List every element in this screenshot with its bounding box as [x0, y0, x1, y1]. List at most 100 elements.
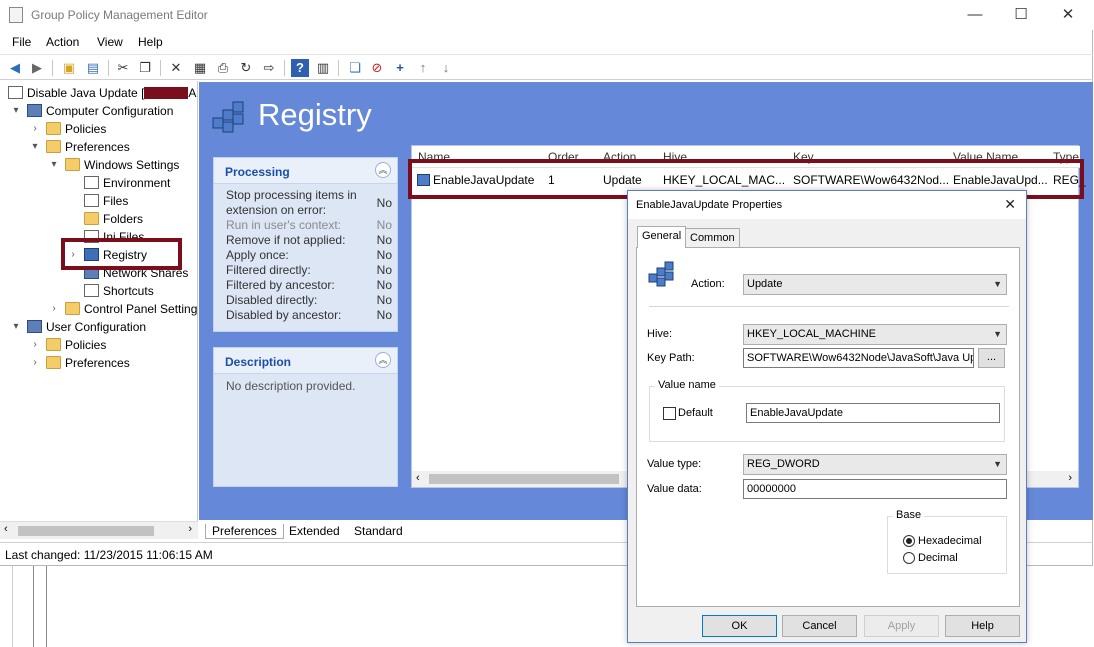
- tree-label: Preferences: [65, 140, 130, 154]
- value-type-dropdown[interactable]: REG_DWORD ▼: [743, 454, 1007, 475]
- tree-item-user-preferences[interactable]: › Preferences: [33, 354, 130, 372]
- expand-icon[interactable]: ›: [48, 300, 60, 318]
- move-up-icon[interactable]: ↑: [414, 59, 432, 77]
- expand-icon[interactable]: ›: [29, 120, 41, 138]
- tree-label: Control Panel Settings: [84, 302, 198, 316]
- new-item-icon[interactable]: ❏: [346, 59, 364, 77]
- tab-general[interactable]: General: [637, 226, 687, 248]
- tree-horizontal-scrollbar[interactable]: ‹ ›: [0, 521, 198, 539]
- chevron-down-icon: ▼: [993, 329, 1002, 339]
- export-icon[interactable]: ⇨: [260, 59, 278, 77]
- tree-item-files[interactable]: Files: [84, 192, 128, 210]
- value-name-input[interactable]: EnableJavaUpdate: [746, 403, 1000, 423]
- cut-icon[interactable]: ✂: [114, 59, 132, 77]
- toolbar: ◀ ▶ ▣ ▤ ✂ ❐ ✕ ▦ ⎙ ↻ ⇨ ? ▥ ❏ ⊘ + ↑ ↓: [0, 54, 1093, 80]
- folder-icon: [65, 158, 80, 171]
- tree-item-user-policies[interactable]: › Policies: [33, 336, 106, 354]
- key-path-input[interactable]: SOFTWARE\Wow6432Node\JavaSoft\Java Up: [743, 348, 974, 368]
- ok-button[interactable]: OK: [702, 615, 777, 637]
- expand-icon[interactable]: ›: [29, 354, 41, 372]
- tree-item-windows-settings[interactable]: ▾ Windows Settings: [51, 156, 180, 174]
- value-data-input[interactable]: 00000000: [743, 479, 1007, 499]
- action-dropdown[interactable]: Update ▼: [743, 274, 1007, 295]
- processing-value: No: [376, 218, 392, 232]
- base-group-label: Base: [893, 509, 925, 521]
- forward-icon[interactable]: ▶: [28, 59, 46, 77]
- refresh-icon[interactable]: ↻: [237, 59, 255, 77]
- properties-icon[interactable]: ▦: [191, 59, 209, 77]
- collapse-chevron-icon[interactable]: ︽: [375, 352, 391, 368]
- properties-dialog: EnableJavaUpdate Properties ✕ General Co…: [627, 190, 1027, 643]
- tree-root-suffix: AI: [188, 86, 197, 100]
- tab-standard[interactable]: Standard: [348, 524, 409, 538]
- value-data-label: Value data:: [647, 483, 702, 495]
- processing-label: Filtered directly:: [226, 263, 311, 277]
- show-hide-tree-icon[interactable]: ▤: [84, 59, 102, 77]
- scroll-right-icon[interactable]: ›: [1068, 472, 1072, 484]
- hive-value: HKEY_LOCAL_MACHINE: [747, 328, 876, 340]
- menu-help[interactable]: Help: [138, 35, 163, 49]
- dialog-close-icon[interactable]: ✕: [1004, 196, 1016, 213]
- collapse-icon[interactable]: ▾: [48, 156, 60, 174]
- processing-label: Filtered by ancestor:: [226, 278, 335, 292]
- processing-value: No: [376, 263, 392, 277]
- add-icon[interactable]: +: [391, 59, 409, 77]
- tree-item-shortcuts[interactable]: Shortcuts: [84, 282, 154, 300]
- tree-item-folders[interactable]: Folders: [84, 210, 143, 228]
- tree-label: Windows Settings: [84, 158, 180, 172]
- decimal-radio[interactable]: [903, 552, 915, 564]
- tree-item-preferences[interactable]: ▾ Preferences: [32, 138, 130, 156]
- delete-icon[interactable]: ✕: [167, 59, 185, 77]
- tree-item-control-panel-settings[interactable]: › Control Panel Settings: [52, 300, 198, 318]
- scroll-thumb[interactable]: [429, 474, 619, 484]
- copy-icon[interactable]: ❐: [136, 59, 154, 77]
- back-icon[interactable]: ◀: [6, 59, 24, 77]
- close-button[interactable]: ✕: [1045, 2, 1091, 28]
- processing-label: Remove if not applied:: [226, 233, 346, 247]
- scroll-thumb[interactable]: [18, 526, 154, 536]
- tree-root[interactable]: Disable Java Update [AI: [8, 84, 197, 102]
- tree-item-environment[interactable]: Environment: [84, 174, 170, 192]
- collapse-icon[interactable]: ▾: [10, 318, 22, 336]
- expand-icon[interactable]: ›: [29, 336, 41, 354]
- cancel-button[interactable]: Cancel: [782, 615, 857, 637]
- tab-preferences[interactable]: Preferences: [205, 524, 284, 539]
- stop-icon[interactable]: ⊘: [368, 59, 386, 77]
- tree-label: Environment: [103, 176, 171, 190]
- scroll-right-icon[interactable]: ›: [188, 523, 192, 535]
- up-folder-icon[interactable]: ▣: [60, 59, 78, 77]
- chevron-down-icon: ▼: [993, 279, 1002, 289]
- action-pane-icon[interactable]: ▥: [314, 59, 332, 77]
- apply-button[interactable]: Apply: [864, 615, 939, 637]
- move-down-icon[interactable]: ↓: [437, 59, 455, 77]
- menu-view[interactable]: View: [97, 35, 123, 49]
- general-tab-page: Action: Update ▼ Hive: HKEY_LOCAL_MACHINE…: [636, 247, 1020, 607]
- collapse-icon[interactable]: ▾: [29, 138, 41, 156]
- menu-file[interactable]: File: [12, 35, 31, 49]
- collapse-icon[interactable]: ▾: [10, 102, 22, 120]
- minimize-button[interactable]: —: [952, 2, 998, 28]
- scroll-left-icon[interactable]: ‹: [4, 523, 8, 535]
- folder-icon: [46, 356, 61, 369]
- menu-action[interactable]: Action: [46, 35, 79, 49]
- tree-item-computer-configuration[interactable]: ▾ Computer Configuration: [13, 102, 173, 120]
- browse-button[interactable]: ...: [978, 348, 1005, 368]
- tab-common[interactable]: Common: [685, 228, 740, 248]
- hexadecimal-radio[interactable]: [903, 535, 915, 547]
- help-icon[interactable]: ?: [291, 59, 309, 77]
- tree-item-user-configuration[interactable]: ▾ User Configuration: [13, 318, 146, 336]
- tab-extended[interactable]: Extended: [283, 524, 346, 538]
- default-checkbox[interactable]: [663, 407, 676, 420]
- processing-label: Disabled directly:: [226, 293, 318, 307]
- tree-item-policies[interactable]: › Policies: [33, 120, 106, 138]
- help-button[interactable]: Help: [945, 615, 1020, 637]
- key-path-label: Key Path:: [647, 352, 695, 364]
- hive-label: Hive:: [647, 328, 673, 340]
- maximize-button[interactable]: ☐: [998, 2, 1044, 28]
- collapse-chevron-icon[interactable]: ︽: [375, 162, 391, 178]
- processing-value: No: [376, 233, 392, 247]
- hive-dropdown[interactable]: HKEY_LOCAL_MACHINE ▼: [743, 324, 1007, 345]
- scroll-left-icon[interactable]: ‹: [416, 472, 420, 484]
- print-icon[interactable]: ⎙: [214, 59, 232, 77]
- value-name-group-label: Value name: [655, 379, 719, 391]
